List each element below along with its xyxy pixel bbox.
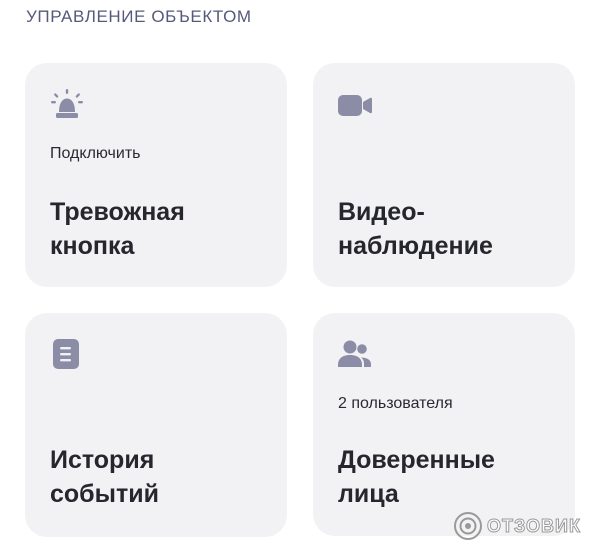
watermark-logo-icon — [454, 512, 482, 540]
card-title: История событий — [50, 443, 159, 511]
card-video-surveillance[interactable]: Видео- наблюдение — [313, 63, 575, 287]
card-title-line: Видео- — [338, 198, 425, 226]
document-icon — [50, 338, 84, 372]
card-title-line: лица — [338, 480, 399, 508]
card-title-line: Тревожная — [50, 198, 185, 226]
card-alarm-button[interactable]: Подключить Тревожная кнопка — [25, 63, 287, 287]
video-camera-icon — [338, 88, 372, 122]
card-title-line: Доверенные — [338, 446, 495, 474]
watermark: ОТЗОВИК — [453, 511, 581, 541]
card-trusted-persons[interactable]: 2 пользователя Доверенные лица — [313, 313, 575, 536]
users-icon — [338, 338, 372, 372]
card-title-line: наблюдение — [338, 232, 493, 260]
alarm-siren-icon — [50, 88, 84, 122]
card-subtitle: Подключить — [50, 145, 141, 162]
card-title-line: событий — [50, 480, 159, 508]
card-title: Доверенные лица — [338, 443, 495, 511]
object-management-screen: УПРАВЛЕНИЕ ОБЪЕКТОМ Подключить Тревожная… — [0, 0, 600, 551]
section-title: УПРАВЛЕНИЕ ОБЪЕКТОМ — [26, 7, 252, 26]
watermark-text: ОТЗОВИК — [487, 515, 581, 536]
card-title: Видео- наблюдение — [338, 195, 493, 263]
card-event-history[interactable]: История событий — [25, 313, 287, 537]
card-subtitle: 2 пользователя — [338, 395, 453, 412]
card-title: Тревожная кнопка — [50, 195, 185, 263]
card-title-line: кнопка — [50, 232, 135, 260]
card-title-line: История — [50, 446, 155, 474]
